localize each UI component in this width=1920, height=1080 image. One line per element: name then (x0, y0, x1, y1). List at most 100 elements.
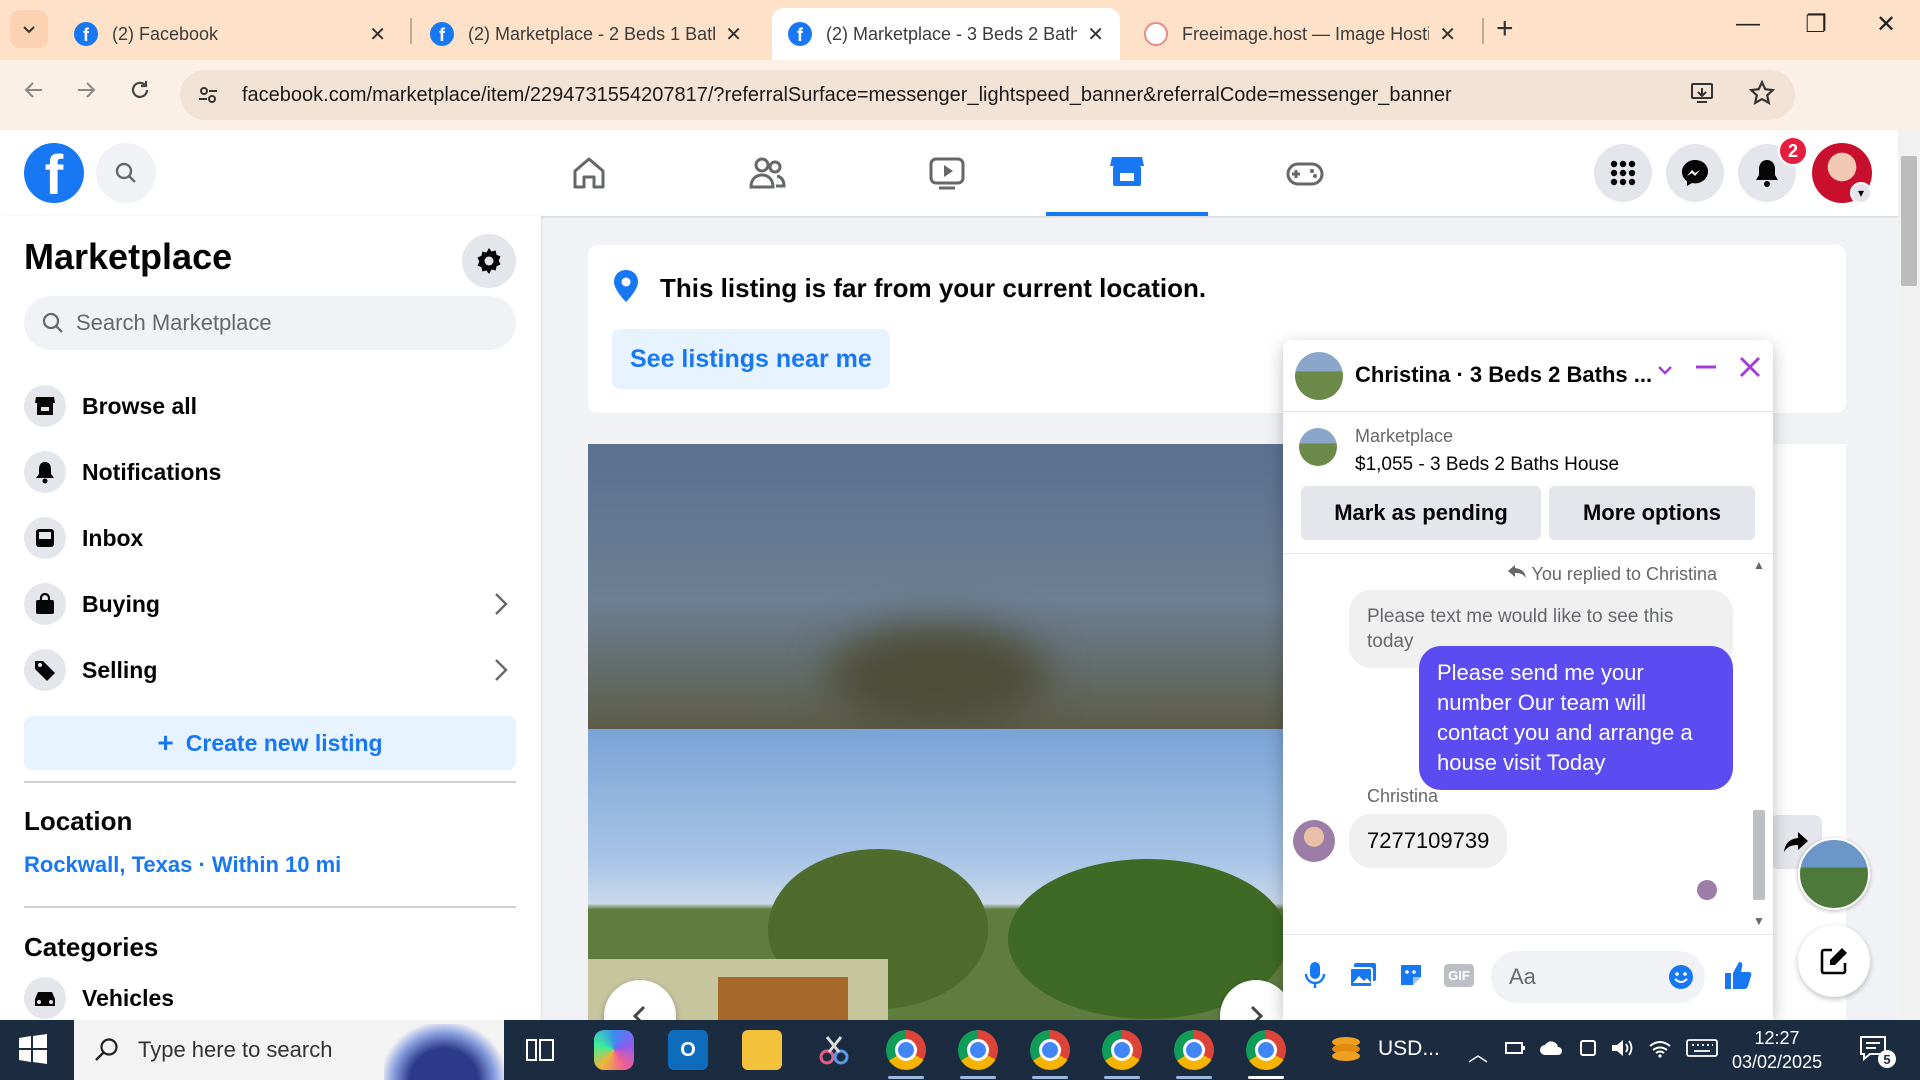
sidebar-item-notifications[interactable]: Notifications (24, 444, 516, 500)
sidebar-item-buying[interactable]: Buying (24, 576, 516, 632)
messenger-button[interactable] (1666, 144, 1724, 202)
browser-tab-freeimage[interactable]: Freeimage.host — Image Hosting ✕ (1128, 8, 1472, 60)
new-message-button[interactable] (1798, 925, 1870, 997)
sender-avatar[interactable] (1293, 820, 1335, 862)
browser-tab-facebook[interactable]: f (2) Facebook ✕ (58, 8, 402, 60)
account-menu-chevron-icon[interactable]: ▾ (1850, 182, 1872, 204)
mark-as-pending-button[interactable]: Mark as pending (1301, 486, 1541, 540)
nav-video[interactable] (866, 130, 1028, 216)
facebook-logo-icon[interactable]: f (24, 143, 84, 203)
taskbar-widget[interactable]: USD... (1328, 1034, 1440, 1064)
chat-options-chevron-icon[interactable] (1655, 356, 1675, 387)
sticker-icon[interactable] (1393, 957, 1429, 993)
nav-marketplace[interactable] (1046, 130, 1208, 216)
close-tab-icon[interactable]: ✕ (369, 22, 386, 47)
tab-search-button[interactable] (10, 10, 48, 48)
taskbar-search-box[interactable]: Type here to search (74, 1020, 504, 1080)
menu-grid-button[interactable] (1594, 144, 1652, 202)
back-button[interactable] (22, 78, 46, 109)
file-explorer-icon[interactable] (742, 1030, 782, 1070)
microphone-icon[interactable] (1297, 957, 1333, 993)
onedrive-cloud-icon[interactable] (1538, 1038, 1564, 1064)
category-vehicles[interactable]: Vehicles (24, 974, 516, 1022)
chrome-profile-4-icon[interactable] (1102, 1030, 1142, 1070)
reload-button[interactable] (128, 78, 152, 109)
page-scrollbar-thumb[interactable] (1901, 156, 1917, 286)
emoji-icon[interactable] (1663, 959, 1699, 995)
gif-icon[interactable]: GIF (1441, 957, 1477, 993)
bookmark-star-icon[interactable] (1748, 79, 1776, 113)
marketplace-settings-button[interactable] (462, 234, 516, 288)
more-options-button[interactable]: More options (1549, 486, 1755, 540)
floating-chat-head-avatar[interactable] (1798, 838, 1870, 910)
sidebar-item-selling[interactable]: Selling (24, 642, 516, 698)
browser-tab-marketplace-2-beds[interactable]: f (2) Marketplace - 2 Beds 1 Bath ✕ (414, 8, 758, 60)
install-app-icon[interactable] (1689, 80, 1715, 113)
close-tab-icon[interactable]: ✕ (1087, 22, 1104, 47)
location-filter-link[interactable]: Rockwall, Texas · Within 10 mi (24, 852, 341, 878)
windows-start-button[interactable] (18, 1034, 48, 1069)
chrome-profile-6-icon[interactable] (1246, 1030, 1286, 1070)
new-tab-button[interactable]: + (1496, 12, 1514, 46)
battery-icon[interactable] (1504, 1038, 1526, 1064)
outlook-icon[interactable]: O (668, 1030, 708, 1070)
sidebar-item-label: Browse all (82, 392, 198, 419)
copilot-icon[interactable] (594, 1030, 634, 1070)
clock-date: 03/02/2025 (1732, 1052, 1823, 1072)
address-bar[interactable]: facebook.com/marketplace/item/2294731554… (180, 70, 1795, 120)
task-view-icon[interactable] (520, 1030, 560, 1070)
action-center-button[interactable]: 5 (1858, 1034, 1896, 1069)
video-icon (929, 157, 965, 190)
nav-gaming[interactable] (1224, 130, 1386, 216)
meet-now-icon[interactable] (1578, 1038, 1598, 1064)
wifi-icon[interactable] (1648, 1038, 1672, 1064)
page-scrollbar[interactable] (1898, 130, 1920, 1020)
sidebar-item-browse-all[interactable]: Browse all (24, 378, 516, 434)
chrome-profile-1-icon[interactable] (886, 1030, 926, 1070)
marketplace-sidebar: Marketplace Search Marketplace Browse al… (0, 216, 541, 1020)
close-tab-icon[interactable]: ✕ (1439, 22, 1456, 47)
listing-title[interactable]: $1,055 - 3 Beds 2 Baths House (1355, 454, 1619, 476)
site-settings-icon[interactable] (190, 77, 226, 113)
close-chat-icon[interactable] (1737, 354, 1763, 387)
listing-thumbnail[interactable] (1299, 428, 1337, 466)
close-tab-icon[interactable]: ✕ (725, 22, 742, 47)
chat-scrollbar-thumb[interactable] (1753, 810, 1765, 900)
keyboard-language-icon[interactable] (1686, 1038, 1718, 1064)
marketplace-search-input[interactable]: Search Marketplace (24, 296, 516, 350)
chrome-profile-2-icon[interactable] (958, 1030, 998, 1070)
facebook-search-button[interactable] (96, 143, 156, 203)
nav-friends[interactable] (686, 130, 848, 216)
minimize-window-button[interactable]: — (1728, 10, 1768, 38)
chat-scrollbar[interactable]: ▲ ▼ (1749, 554, 1769, 934)
outgoing-message-bubble[interactable]: Please send me your number Our team will… (1419, 646, 1733, 790)
volume-icon[interactable] (1610, 1038, 1634, 1064)
browser-tab-marketplace-3-beds[interactable]: f (2) Marketplace - 3 Beds 2 Bath ✕ (772, 8, 1120, 60)
chat-header[interactable]: Christina · 3 Beds 2 Baths ... (1283, 340, 1773, 412)
see-listings-near-me-button[interactable]: See listings near me (612, 329, 890, 389)
taskbar-clock[interactable]: 12:27 03/02/2025 (1732, 1026, 1822, 1074)
minimize-chat-icon[interactable] (1693, 354, 1719, 387)
chat-message-list[interactable]: You replied to Christina Please text me … (1283, 554, 1773, 934)
snipping-tool-icon[interactable] (814, 1030, 854, 1070)
forward-button[interactable] (74, 78, 98, 109)
show-hidden-icons-chevron-icon[interactable]: ︿ (1468, 1038, 1488, 1067)
price-tag-icon (24, 649, 66, 691)
chat-title[interactable]: Christina · 3 Beds 2 Baths ... (1355, 362, 1655, 388)
chevron-left-icon (632, 1005, 646, 1020)
notice-message: This listing is far from your current lo… (660, 273, 1207, 303)
chrome-profile-3-icon[interactable] (1030, 1030, 1070, 1070)
restore-window-button[interactable]: ❐ (1796, 10, 1836, 39)
sidebar-item-inbox[interactable]: Inbox (24, 510, 516, 566)
chat-listing-avatar[interactable] (1295, 352, 1343, 400)
create-new-listing-button[interactable]: + Create new listing (24, 716, 516, 770)
incoming-message-bubble[interactable]: 7277109739 (1349, 814, 1508, 868)
listing-photo-house[interactable] (588, 729, 1288, 1020)
photo-attach-icon[interactable] (1345, 957, 1381, 993)
thumbs-up-icon[interactable] (1719, 957, 1755, 993)
chrome-profile-5-icon[interactable] (1174, 1030, 1214, 1070)
scroll-down-arrow-icon[interactable]: ▼ (1753, 914, 1765, 928)
scroll-up-arrow-icon[interactable]: ▲ (1753, 558, 1765, 572)
close-window-button[interactable]: ✕ (1866, 10, 1906, 39)
nav-home[interactable] (508, 130, 670, 216)
